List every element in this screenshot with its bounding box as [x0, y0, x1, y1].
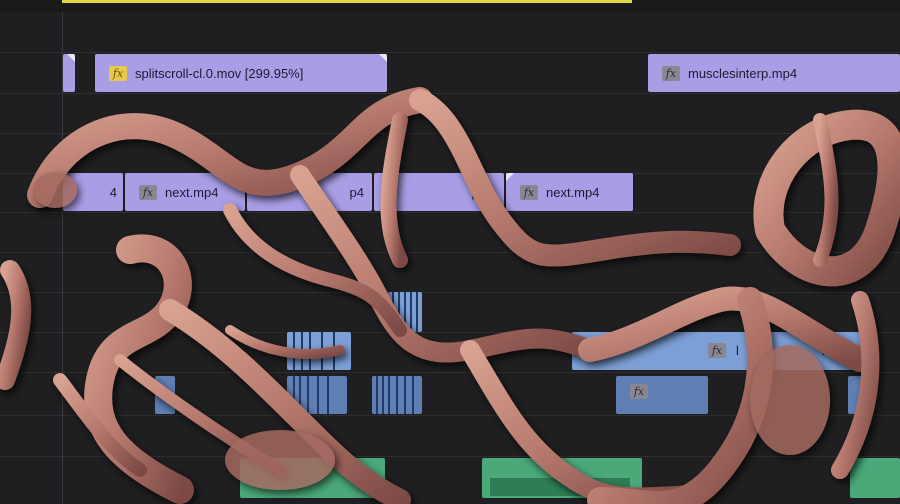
clip-v2-c[interactable]: p4: [247, 173, 372, 211]
clip-label: musclesinterp.mp4: [688, 65, 798, 81]
clip-label: p4: [471, 184, 486, 200]
clip-label: mp4 [: [822, 343, 855, 358]
fx-badge-icon[interactable]: fx: [708, 343, 726, 358]
fx-badge-icon[interactable]: fx: [520, 184, 538, 200]
audio-clip-musclesinterp[interactable]: fx l mp4 [: [572, 332, 868, 370]
track-divider: [0, 252, 900, 253]
clip-splitscroll[interactable]: fx splitscroll-cl.0.mov [299.95%]: [95, 54, 387, 92]
audio-clip[interactable]: [287, 376, 347, 414]
clip-v2-a[interactable]: 4: [63, 173, 123, 211]
audio-clip[interactable]: [388, 292, 422, 332]
track-divider: [0, 93, 900, 94]
track-divider: [0, 212, 900, 213]
clip-v2-d[interactable]: p4: [374, 173, 504, 211]
clip-label: l: [736, 343, 739, 358]
track-divider: [0, 292, 900, 293]
fx-badge-icon[interactable]: fx: [139, 184, 157, 200]
audio-clip[interactable]: [287, 332, 351, 370]
fx-badge-icon[interactable]: fx: [630, 384, 648, 399]
clip-musclesinterp[interactable]: fx musclesinterp.mp4: [648, 54, 900, 92]
clip-label: next.mp4: [546, 184, 600, 200]
clip-fragment[interactable]: [63, 54, 75, 92]
audio-clip[interactable]: fx: [616, 376, 708, 414]
fx-badge-icon[interactable]: fx: [662, 65, 680, 81]
audio-clip-green[interactable]: [240, 458, 385, 498]
track-divider: [0, 372, 900, 373]
clip-next-a[interactable]: fx next.mp4: [125, 173, 245, 211]
track-divider: [0, 133, 900, 134]
audio-clip[interactable]: [155, 376, 175, 414]
clip-end-marker: [67, 54, 75, 62]
time-ruler[interactable]: [0, 0, 900, 12]
clip-start-marker: [506, 173, 514, 181]
audio-clip[interactable]: [372, 376, 422, 414]
clip-label: 4: [109, 184, 117, 200]
work-area-bar[interactable]: [62, 0, 632, 3]
timeline-panel[interactable]: fx splitscroll-cl.0.mov [299.95%] fx mus…: [0, 0, 900, 504]
track-divider: [0, 52, 900, 53]
clip-end-marker: [379, 54, 387, 62]
track-divider: [0, 415, 900, 416]
clip-next-b[interactable]: fx next.mp4: [506, 173, 633, 211]
audio-clip[interactable]: [848, 376, 868, 414]
clip-label: next.mp4: [165, 184, 219, 200]
audio-clip-green[interactable]: [482, 458, 642, 498]
clip-label: splitscroll-cl.0.mov [299.95%]: [135, 65, 304, 81]
fx-badge-icon[interactable]: fx: [109, 65, 127, 81]
audio-clip-green[interactable]: [850, 458, 900, 498]
track-divider: [0, 456, 900, 457]
clip-label: p4: [349, 184, 364, 200]
